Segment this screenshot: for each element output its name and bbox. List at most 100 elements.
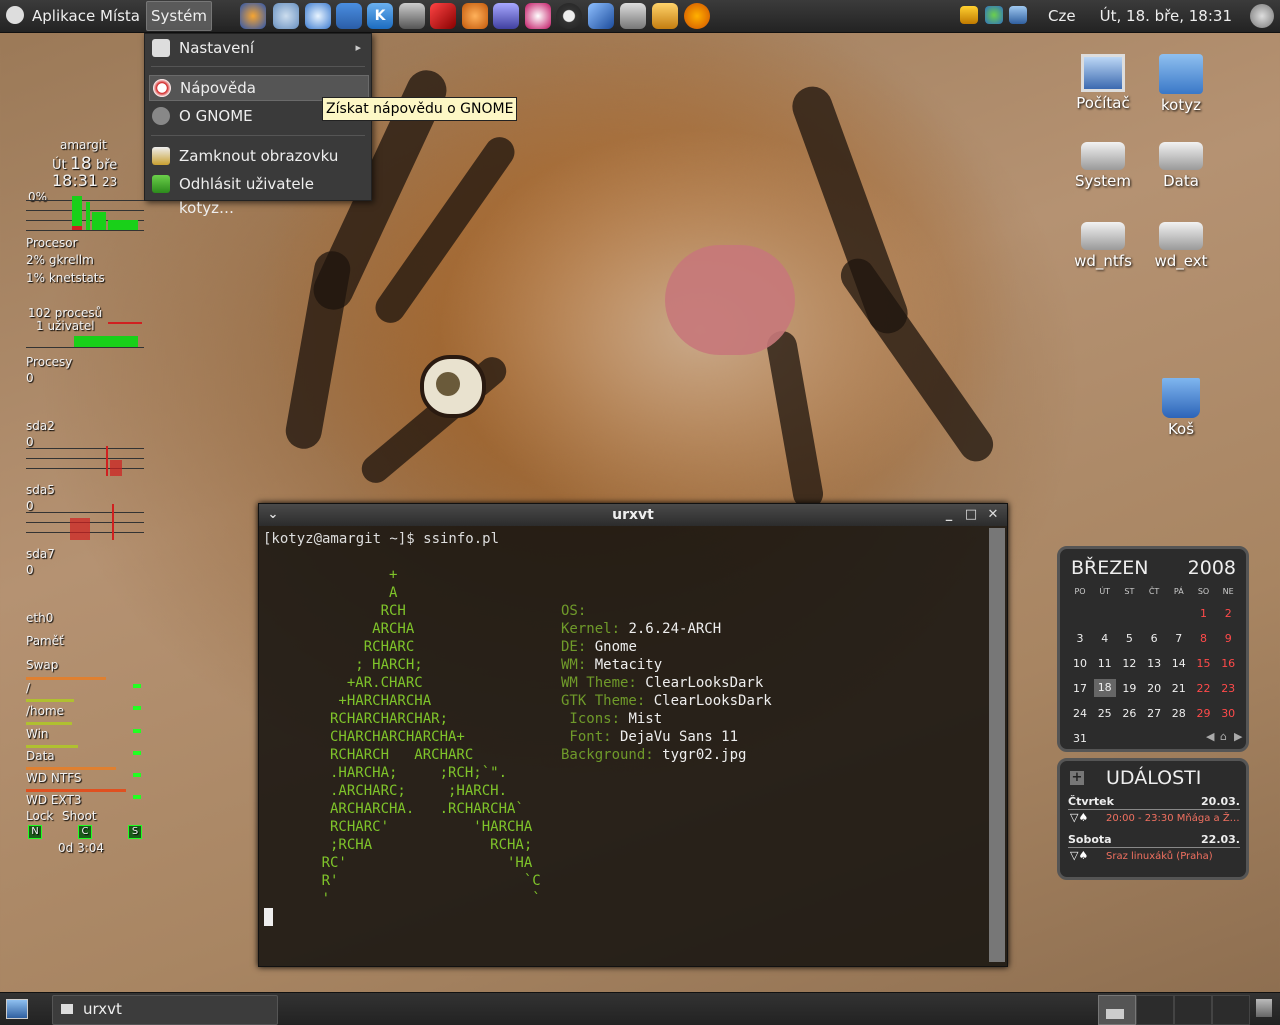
bubbles-icon[interactable] bbox=[985, 6, 1003, 24]
calendar-day[interactable]: 13 bbox=[1143, 657, 1165, 670]
calendar-day[interactable]: 17 bbox=[1069, 682, 1091, 695]
system-info-row: WM: Metacity bbox=[561, 656, 662, 674]
volume-icon[interactable] bbox=[1250, 4, 1274, 28]
calendar-widget: BŘEZEN 2008 PO ÚT ST ČT PÁ SO NE 1 2 3 4 5 6 7 8 9 10 11 1… bbox=[1057, 546, 1249, 752]
calendar-day[interactable]: 26 bbox=[1118, 707, 1140, 720]
calendar-next-icon[interactable]: ▶ bbox=[1234, 730, 1242, 743]
event-item[interactable]: Čtvrtek 20.03. ▽♠ 20:00 - 23:30 Mňága a … bbox=[1068, 795, 1240, 831]
basket-icon[interactable] bbox=[960, 6, 978, 24]
trash-applet-icon[interactable] bbox=[1256, 999, 1272, 1017]
calendar-home-icon[interactable]: ⌂ bbox=[1220, 730, 1227, 743]
conky-eth0: eth0 bbox=[26, 611, 54, 625]
firefox-icon[interactable] bbox=[240, 3, 266, 29]
desktop-icon-trash[interactable]: Koš bbox=[1142, 378, 1220, 438]
bulb-icon[interactable] bbox=[305, 3, 331, 29]
penguin-icon[interactable] bbox=[525, 3, 551, 29]
network-status-icon[interactable] bbox=[1009, 6, 1027, 24]
calendar-day[interactable]: 9 bbox=[1217, 632, 1239, 645]
calendar-day[interactable]: 2 bbox=[1217, 607, 1239, 620]
calendar-day[interactable]: 5 bbox=[1118, 632, 1140, 645]
calendar-day[interactable]: 7 bbox=[1168, 632, 1190, 645]
event-item[interactable]: Sobota 22.03. ▽♠ Sraz linuxáků (Praha) bbox=[1068, 833, 1240, 869]
conky-root: / bbox=[26, 681, 31, 695]
calendar-day[interactable]: 6 bbox=[1143, 632, 1165, 645]
terminal-scrollbar[interactable] bbox=[989, 528, 1005, 962]
guitar-icon[interactable] bbox=[588, 3, 614, 29]
calendar-day[interactable]: 1 bbox=[1193, 607, 1215, 620]
disc-icon[interactable] bbox=[556, 3, 582, 29]
calendar-prev-icon[interactable]: ◀ bbox=[1206, 730, 1214, 743]
calendar-month: BŘEZEN bbox=[1071, 557, 1149, 579]
workspace-3[interactable] bbox=[1174, 995, 1212, 1025]
calendar-day[interactable]: 22 bbox=[1193, 682, 1215, 695]
shell-icon[interactable] bbox=[462, 3, 488, 29]
menu-item-odhlasit[interactable]: Odhlásit uživatele kotyz… bbox=[149, 172, 367, 217]
desktop-icon-wd-ntfs[interactable]: wd_ntfs bbox=[1064, 222, 1142, 270]
desktop-icon-home[interactable]: kotyz bbox=[1142, 54, 1220, 114]
monitor-icon[interactable] bbox=[399, 3, 425, 29]
conky-sda7: sda7 bbox=[26, 547, 55, 561]
calendar-day[interactable]: 19 bbox=[1118, 682, 1140, 695]
calendar-day[interactable]: 18 bbox=[1093, 679, 1116, 697]
calendar-day[interactable]: 25 bbox=[1094, 707, 1116, 720]
calendar-day[interactable]: 29 bbox=[1193, 707, 1215, 720]
pencil-icon[interactable] bbox=[430, 3, 456, 29]
terminal-titlebar[interactable]: ⌄ urxvt _ □ ✕ bbox=[259, 504, 1007, 526]
taskbar-item-urxvt[interactable]: urxvt bbox=[52, 995, 278, 1025]
calendar-day[interactable]: 8 bbox=[1193, 632, 1215, 645]
desktop-icon-system[interactable]: System bbox=[1064, 142, 1142, 190]
workspace-4[interactable] bbox=[1212, 995, 1250, 1025]
menu-system[interactable]: Systém bbox=[146, 1, 212, 31]
calendar-day[interactable]: 27 bbox=[1143, 707, 1165, 720]
cursor-icon[interactable] bbox=[493, 3, 519, 29]
menu-item-nastaveni[interactable]: Nastavení ▸ bbox=[149, 36, 367, 60]
calendar-day[interactable]: 4 bbox=[1094, 632, 1116, 645]
video-icon[interactable] bbox=[620, 3, 646, 29]
menu-mista[interactable]: Místa bbox=[96, 0, 144, 32]
calendar-day[interactable]: 30 bbox=[1217, 707, 1239, 720]
pac-icon[interactable] bbox=[684, 3, 710, 29]
sda5-graph bbox=[26, 504, 144, 540]
calendar-day[interactable]: 12 bbox=[1118, 657, 1140, 670]
terminal-window[interactable]: ⌄ urxvt _ □ ✕ [kotyz@amargit ~]$ ssinfo.… bbox=[258, 503, 1008, 967]
workspace-window-thumb bbox=[1106, 1009, 1124, 1019]
minimize-button[interactable]: _ bbox=[941, 507, 957, 523]
close-button[interactable]: ✕ bbox=[985, 507, 1001, 523]
calendar-day[interactable]: 16 bbox=[1217, 657, 1239, 670]
maximize-button[interactable]: □ bbox=[963, 507, 979, 523]
gnome-foot-icon[interactable] bbox=[6, 6, 24, 24]
menu-aplikace[interactable]: Aplikace bbox=[28, 0, 99, 32]
calendar-day[interactable]: 10 bbox=[1069, 657, 1091, 670]
win-bar bbox=[26, 745, 78, 748]
calendar-day[interactable]: 31 bbox=[1069, 732, 1091, 745]
calendar-day[interactable]: 15 bbox=[1193, 657, 1215, 670]
show-desktop-icon[interactable] bbox=[6, 999, 28, 1019]
calendar-day[interactable]: 11 bbox=[1094, 657, 1116, 670]
window-menu-icon[interactable]: ⌄ bbox=[265, 507, 281, 523]
sphere-icon[interactable] bbox=[273, 3, 299, 29]
menu-item-zamknout[interactable]: Zamknout obrazovku bbox=[149, 144, 367, 168]
network-icon[interactable] bbox=[336, 3, 362, 29]
calendar-day-name: NE bbox=[1222, 587, 1234, 596]
clapper-icon[interactable] bbox=[652, 3, 678, 29]
calendar-day[interactable]: 28 bbox=[1168, 707, 1190, 720]
keyboard-layout[interactable]: Cze bbox=[1048, 0, 1076, 32]
terminal-output[interactable]: [kotyz@amargit ~]$ ssinfo.pl + A RCH ARC… bbox=[263, 528, 985, 962]
calendar-day[interactable]: 24 bbox=[1069, 707, 1091, 720]
calendar-day[interactable]: 20 bbox=[1143, 682, 1165, 695]
calendar-day[interactable]: 23 bbox=[1217, 682, 1239, 695]
info-label: GTK Theme: bbox=[561, 693, 646, 709]
add-event-icon[interactable]: + bbox=[1070, 771, 1084, 785]
conky-procs-label: Procesy bbox=[26, 355, 73, 369]
calendar-day[interactable]: 21 bbox=[1168, 682, 1190, 695]
ascii-logo-line: RCHARCHARCHAR; bbox=[271, 711, 449, 727]
desktop-icon-wd-ext[interactable]: wd_ext bbox=[1142, 222, 1220, 270]
workspace-2[interactable] bbox=[1136, 995, 1174, 1025]
clock[interactable]: Út, 18. bře, 18:31 bbox=[1100, 0, 1232, 32]
info-value: 2.6.24-ARCH bbox=[620, 621, 722, 637]
k-icon[interactable]: K bbox=[367, 3, 393, 29]
calendar-day[interactable]: 3 bbox=[1069, 632, 1091, 645]
desktop-icon-data[interactable]: Data bbox=[1142, 142, 1220, 190]
calendar-day[interactable]: 14 bbox=[1168, 657, 1190, 670]
desktop-icon-computer[interactable]: Počítač bbox=[1064, 54, 1142, 112]
